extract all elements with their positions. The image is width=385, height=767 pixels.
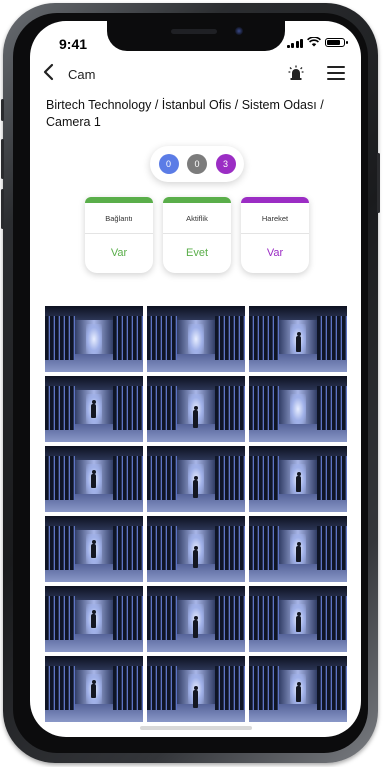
- person-figure: [296, 542, 301, 562]
- person-figure: [296, 612, 301, 632]
- card-label: Hareket: [241, 203, 309, 234]
- back-icon[interactable]: [42, 63, 54, 85]
- battery-icon: [325, 38, 348, 47]
- camera-snapshot[interactable]: [45, 446, 143, 512]
- speaker-grille: [171, 29, 217, 34]
- wifi-icon: [307, 36, 321, 48]
- person-figure: [91, 680, 96, 698]
- front-camera: [235, 27, 243, 35]
- camera-snapshot[interactable]: [249, 376, 347, 442]
- home-indicator[interactable]: [140, 726, 252, 730]
- camera-snapshot[interactable]: [45, 376, 143, 442]
- camera-snapshot[interactable]: [249, 656, 347, 722]
- camera-snapshot[interactable]: [147, 306, 245, 372]
- status-icons: [286, 36, 348, 48]
- person-figure: [91, 400, 96, 418]
- status-cards: Bağlantı Var Aktiflik Evet Hareket Var: [85, 197, 311, 273]
- person-figure: [193, 476, 198, 498]
- signal-icon: [286, 38, 303, 48]
- person-figure: [91, 470, 96, 488]
- volume-up-button: [1, 139, 4, 179]
- hamburger-icon[interactable]: [327, 66, 345, 80]
- siren-icon[interactable]: [288, 65, 304, 81]
- person-figure: [296, 682, 301, 702]
- person-figure: [91, 540, 96, 558]
- card-value: Var: [110, 247, 128, 259]
- camera-snapshot-grid: [45, 306, 347, 726]
- counter-purple[interactable]: 3: [215, 154, 236, 174]
- counter-gray[interactable]: 0: [187, 154, 207, 174]
- notch: [107, 21, 285, 51]
- person-figure: [296, 332, 301, 352]
- status-time: 9:41: [59, 36, 88, 52]
- screen: 9:41 Cam Birtech Technology / İstanbul O…: [30, 21, 361, 737]
- camera-snapshot[interactable]: [45, 656, 143, 722]
- camera-snapshot[interactable]: [147, 586, 245, 652]
- camera-snapshot[interactable]: [147, 376, 245, 442]
- card-label: Bağlantı: [85, 203, 153, 234]
- camera-snapshot[interactable]: [45, 586, 143, 652]
- silent-switch: [1, 99, 4, 121]
- nav-bar: Cam: [30, 61, 361, 87]
- alarm-counters: 0 0 3: [150, 146, 244, 182]
- card-value: Evet: [185, 247, 208, 259]
- card-connection[interactable]: Bağlantı Var: [85, 197, 153, 273]
- camera-snapshot[interactable]: [45, 306, 143, 372]
- camera-snapshot[interactable]: [147, 446, 245, 512]
- person-figure: [193, 686, 198, 708]
- breadcrumb: Birtech Technology / İstanbul Ofis / Sis…: [46, 98, 324, 129]
- battery-level: [327, 40, 340, 45]
- card-motion[interactable]: Hareket Var: [241, 197, 309, 273]
- card-label: Aktiflik: [163, 203, 231, 234]
- camera-snapshot[interactable]: [249, 516, 347, 582]
- volume-down-button: [1, 189, 4, 229]
- camera-snapshot[interactable]: [249, 446, 347, 512]
- card-activity[interactable]: Aktiflik Evet: [163, 197, 231, 273]
- person-figure: [91, 610, 96, 628]
- card-value: Var: [266, 247, 284, 259]
- camera-snapshot[interactable]: [249, 586, 347, 652]
- camera-snapshot[interactable]: [249, 306, 347, 372]
- camera-snapshot[interactable]: [147, 656, 245, 722]
- person-figure: [193, 546, 198, 568]
- person-figure: [193, 406, 198, 428]
- counter-blue[interactable]: 0: [158, 154, 179, 174]
- camera-snapshot[interactable]: [45, 516, 143, 582]
- nav-title: Cam: [68, 67, 96, 82]
- camera-snapshot[interactable]: [147, 516, 245, 582]
- power-button: [377, 153, 380, 213]
- person-figure: [193, 616, 198, 638]
- person-figure: [296, 472, 301, 492]
